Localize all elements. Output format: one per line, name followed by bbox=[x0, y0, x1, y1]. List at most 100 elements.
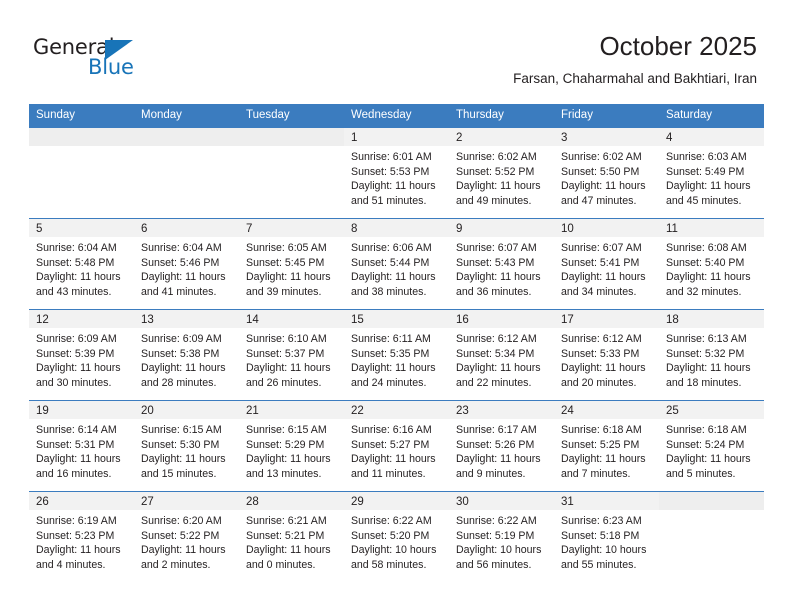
calendar-day-cell[interactable]: 8 Sunrise: 6:06 AM Sunset: 5:44 PM Daylight… bbox=[344, 218, 449, 310]
sunrise-text: Sunrise: 6:07 AM bbox=[456, 242, 537, 254]
calendar-day-cell[interactable]: 24 Sunrise: 6:18 AM Sunset: 5:25 PM Dayligh… bbox=[554, 400, 659, 492]
sunset-text: Sunset: 5:21 PM bbox=[246, 529, 325, 542]
calendar-day-cell[interactable]: 5 Sunrise: 6:04 AM Sunset: 5:48 PM Daylight… bbox=[29, 218, 134, 310]
calendar-day-cell[interactable]: 3 Sunrise: 6:02 AM Sunset: 5:50 PM Daylight… bbox=[554, 127, 659, 219]
calendar-week-row: 12 Sunrise: 6:09 AM Sunset: 5:39 PM Dayligh… bbox=[29, 309, 764, 401]
calendar-day-cell[interactable]: 13 Sunrise: 6:09 AM Sunset: 5:38 PM Dayligh… bbox=[134, 309, 239, 401]
sunset-text: Sunset: 5:40 PM bbox=[666, 256, 745, 269]
calendar-day-cell[interactable]: 22 Sunrise: 6:16 AM Sunset: 5:27 PM Dayligh… bbox=[344, 400, 449, 492]
day-number: 19 bbox=[36, 405, 49, 417]
daylight-text-line1: Daylight: 11 hours bbox=[456, 271, 541, 284]
calendar-day-cell[interactable]: 14 Sunrise: 6:10 AM Sunset: 5:37 PM Dayligh… bbox=[239, 309, 344, 401]
daylight-text-line1: Daylight: 11 hours bbox=[141, 271, 226, 284]
calendar-day-cell[interactable]: 25 Sunrise: 6:18 AM Sunset: 5:24 PM Dayligh… bbox=[659, 400, 764, 492]
day-details: Sunrise: 6:17 AM Sunset: 5:26 PM Daylight:… bbox=[449, 419, 554, 481]
calendar-day-cell[interactable]: 6 Sunrise: 6:04 AM Sunset: 5:46 PM Daylight… bbox=[134, 218, 239, 310]
calendar-day-cell[interactable]: 21 Sunrise: 6:15 AM Sunset: 5:29 PM Dayligh… bbox=[239, 400, 344, 492]
daylight-text-line2: and 41 minutes. bbox=[141, 285, 217, 298]
calendar-day-cell[interactable]: 4 Sunrise: 6:03 AM Sunset: 5:49 PM Daylight… bbox=[659, 127, 764, 219]
day-number-band: 13 bbox=[134, 310, 239, 328]
day-number: 15 bbox=[351, 314, 364, 326]
sunset-text: Sunset: 5:31 PM bbox=[36, 438, 115, 451]
daylight-text-line1: Daylight: 11 hours bbox=[141, 453, 226, 466]
sunrise-text: Sunrise: 6:18 AM bbox=[666, 424, 747, 436]
calendar-day-cell[interactable]: 15 Sunrise: 6:11 AM Sunset: 5:35 PM Dayligh… bbox=[344, 309, 449, 401]
daylight-text-line2: and 38 minutes. bbox=[351, 285, 427, 298]
daylight-text-line1: Daylight: 11 hours bbox=[36, 271, 121, 284]
weekday-header-tuesday: Tuesday bbox=[239, 104, 344, 128]
calendar-day-cell[interactable]: 20 Sunrise: 6:15 AM Sunset: 5:30 PM Dayligh… bbox=[134, 400, 239, 492]
calendar-day-cell[interactable]: 23 Sunrise: 6:17 AM Sunset: 5:26 PM Dayligh… bbox=[449, 400, 554, 492]
day-number-band: 16 bbox=[449, 310, 554, 328]
calendar-day-cell[interactable]: 16 Sunrise: 6:12 AM Sunset: 5:34 PM Dayligh… bbox=[449, 309, 554, 401]
general-blue-logo[interactable]: General Blue bbox=[33, 36, 148, 82]
calendar-day-cell[interactable]: 1 Sunrise: 6:01 AM Sunset: 5:53 PM Daylight… bbox=[344, 127, 449, 219]
calendar-day-cell[interactable]: 11 Sunrise: 6:08 AM Sunset: 5:40 PM Dayligh… bbox=[659, 218, 764, 310]
sunset-text: Sunset: 5:43 PM bbox=[456, 256, 535, 269]
logo-text-blue: Blue bbox=[88, 55, 134, 79]
day-number: 22 bbox=[351, 405, 364, 417]
calendar-page: General Blue October 2025 Farsan, Chahar… bbox=[0, 0, 792, 612]
day-details bbox=[29, 146, 134, 150]
calendar-day-cell[interactable]: 17 Sunrise: 6:12 AM Sunset: 5:33 PM Dayligh… bbox=[554, 309, 659, 401]
calendar-day-cell[interactable]: 26 Sunrise: 6:19 AM Sunset: 5:23 PM Dayligh… bbox=[29, 491, 134, 582]
sunrise-text: Sunrise: 6:12 AM bbox=[561, 333, 642, 345]
sunset-text: Sunset: 5:20 PM bbox=[351, 529, 430, 542]
sunrise-text: Sunrise: 6:07 AM bbox=[561, 242, 642, 254]
calendar-day-cell[interactable]: 7 Sunrise: 6:05 AM Sunset: 5:45 PM Daylight… bbox=[239, 218, 344, 310]
calendar-day-cell[interactable]: 18 Sunrise: 6:13 AM Sunset: 5:32 PM Dayligh… bbox=[659, 309, 764, 401]
day-details: Sunrise: 6:02 AM Sunset: 5:50 PM Daylight:… bbox=[554, 146, 659, 208]
day-details: Sunrise: 6:21 AM Sunset: 5:21 PM Daylight:… bbox=[239, 510, 344, 572]
sunset-text: Sunset: 5:46 PM bbox=[141, 256, 220, 269]
daylight-text-line2: and 0 minutes. bbox=[246, 558, 316, 571]
day-number-band: 26 bbox=[29, 492, 134, 510]
daylight-text-line1: Daylight: 11 hours bbox=[351, 453, 436, 466]
day-details: Sunrise: 6:15 AM Sunset: 5:29 PM Daylight:… bbox=[239, 419, 344, 481]
calendar-day-cell[interactable]: 31 Sunrise: 6:23 AM Sunset: 5:18 PM Dayligh… bbox=[554, 491, 659, 582]
daylight-text-line1: Daylight: 11 hours bbox=[246, 544, 331, 557]
day-number-band: 19 bbox=[29, 401, 134, 419]
calendar-day-cell[interactable]: 2 Sunrise: 6:02 AM Sunset: 5:52 PM Daylight… bbox=[449, 127, 554, 219]
sunset-text: Sunset: 5:24 PM bbox=[666, 438, 745, 451]
sunrise-text: Sunrise: 6:02 AM bbox=[561, 151, 642, 163]
calendar-day-cell[interactable]: 29 Sunrise: 6:22 AM Sunset: 5:20 PM Dayligh… bbox=[344, 491, 449, 582]
calendar-day-cell-empty bbox=[29, 127, 134, 219]
day-details: Sunrise: 6:08 AM Sunset: 5:40 PM Daylight:… bbox=[659, 237, 764, 299]
day-number-band bbox=[29, 128, 134, 146]
day-details: Sunrise: 6:11 AM Sunset: 5:35 PM Daylight:… bbox=[344, 328, 449, 390]
sunset-text: Sunset: 5:29 PM bbox=[246, 438, 325, 451]
calendar-day-cell[interactable]: 10 Sunrise: 6:07 AM Sunset: 5:41 PM Dayligh… bbox=[554, 218, 659, 310]
calendar-day-cell[interactable]: 28 Sunrise: 6:21 AM Sunset: 5:21 PM Dayligh… bbox=[239, 491, 344, 582]
daylight-text-line1: Daylight: 11 hours bbox=[666, 271, 751, 284]
calendar-day-cell[interactable]: 12 Sunrise: 6:09 AM Sunset: 5:39 PM Dayligh… bbox=[29, 309, 134, 401]
day-number-band: 1 bbox=[344, 128, 449, 146]
daylight-text-line1: Daylight: 11 hours bbox=[246, 453, 331, 466]
calendar-day-cell-empty bbox=[134, 127, 239, 219]
day-number: 12 bbox=[36, 314, 49, 326]
daylight-text-line1: Daylight: 11 hours bbox=[141, 544, 226, 557]
day-details: Sunrise: 6:13 AM Sunset: 5:32 PM Daylight:… bbox=[659, 328, 764, 390]
day-number: 23 bbox=[456, 405, 469, 417]
daylight-text-line2: and 30 minutes. bbox=[36, 376, 112, 389]
sunrise-text: Sunrise: 6:11 AM bbox=[351, 333, 431, 345]
sunrise-text: Sunrise: 6:20 AM bbox=[141, 515, 222, 527]
daylight-text-line2: and 39 minutes. bbox=[246, 285, 322, 298]
day-number-band: 20 bbox=[134, 401, 239, 419]
sunrise-text: Sunrise: 6:18 AM bbox=[561, 424, 642, 436]
page-subtitle: Farsan, Chaharmahal and Bakhtiari, Iran bbox=[513, 71, 757, 86]
sunrise-text: Sunrise: 6:06 AM bbox=[351, 242, 432, 254]
day-number: 11 bbox=[666, 223, 678, 235]
calendar-week-row: 19 Sunrise: 6:14 AM Sunset: 5:31 PM Dayligh… bbox=[29, 400, 764, 492]
calendar-day-cell[interactable]: 30 Sunrise: 6:22 AM Sunset: 5:19 PM Dayligh… bbox=[449, 491, 554, 582]
day-number: 2 bbox=[456, 132, 463, 144]
calendar-day-cell[interactable]: 19 Sunrise: 6:14 AM Sunset: 5:31 PM Dayligh… bbox=[29, 400, 134, 492]
day-details: Sunrise: 6:07 AM Sunset: 5:43 PM Daylight:… bbox=[449, 237, 554, 299]
calendar-day-cell[interactable]: 9 Sunrise: 6:07 AM Sunset: 5:43 PM Daylight… bbox=[449, 218, 554, 310]
day-number-band bbox=[659, 492, 764, 510]
day-details: Sunrise: 6:12 AM Sunset: 5:33 PM Daylight:… bbox=[554, 328, 659, 390]
sunrise-text: Sunrise: 6:01 AM bbox=[351, 151, 432, 163]
calendar-day-cell[interactable]: 27 Sunrise: 6:20 AM Sunset: 5:22 PM Dayligh… bbox=[134, 491, 239, 582]
day-number: 6 bbox=[141, 223, 148, 235]
daylight-text-line2: and 11 minutes. bbox=[351, 467, 426, 480]
day-number: 30 bbox=[456, 496, 469, 508]
